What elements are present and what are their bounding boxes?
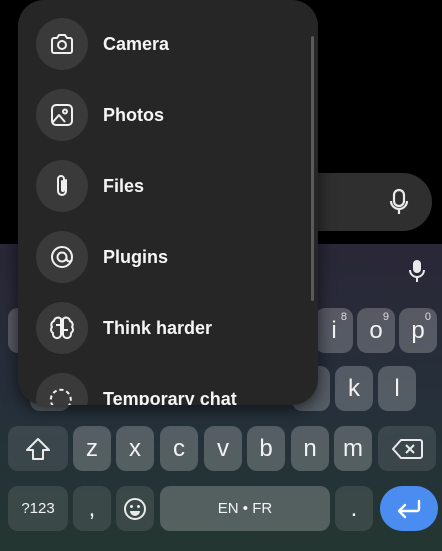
- key-v[interactable]: v: [204, 426, 242, 471]
- paperclip-icon: [36, 160, 88, 212]
- photos-icon: [36, 89, 88, 141]
- space-key[interactable]: EN • FR: [160, 486, 330, 531]
- menu-label: Photos: [103, 104, 164, 125]
- key-z[interactable]: z: [73, 426, 111, 471]
- key-l[interactable]: l: [378, 366, 416, 411]
- menu-item-temporary-chat[interactable]: Temporary chat: [18, 369, 318, 405]
- menu-label: Files: [103, 175, 145, 196]
- shift-key[interactable]: [8, 426, 68, 471]
- key-k[interactable]: k: [335, 366, 373, 411]
- attachment-menu: Camera Photos Files Plugins Think harder…: [18, 0, 318, 405]
- key-i[interactable]: i8: [315, 308, 353, 353]
- key-n[interactable]: n: [291, 426, 329, 471]
- microphone-icon: [389, 188, 409, 214]
- screen: i8 o9 p0 k l z x c v b n m ?123 , EN • F…: [0, 0, 442, 551]
- shift-icon: [26, 437, 50, 460]
- backspace-key[interactable]: [378, 426, 436, 471]
- symbols-key[interactable]: ?123: [8, 486, 68, 531]
- menu-item-files[interactable]: Files: [18, 156, 318, 216]
- key-o[interactable]: o9: [357, 308, 395, 353]
- menu-label: Temporary chat: [103, 388, 237, 406]
- period-key[interactable]: .: [335, 486, 373, 531]
- key-c[interactable]: c: [160, 426, 198, 471]
- menu-label: Plugins: [103, 246, 169, 267]
- keyboard-voice-button[interactable]: [404, 256, 430, 286]
- menu-label: Think harder: [103, 317, 213, 338]
- comma-key[interactable]: ,: [73, 486, 111, 531]
- key-b[interactable]: b: [247, 426, 285, 471]
- menu-item-plugins[interactable]: Plugins: [18, 227, 318, 287]
- microphone-icon: [409, 260, 425, 282]
- brain-icon: [36, 302, 88, 354]
- emoji-key[interactable]: [116, 486, 154, 531]
- voice-input-button[interactable]: [384, 187, 414, 217]
- key-p[interactable]: p0: [399, 308, 437, 353]
- key-m[interactable]: m: [334, 426, 372, 471]
- emoji-icon: [124, 497, 146, 520]
- key-x[interactable]: x: [116, 426, 154, 471]
- menu-label: Camera: [103, 33, 170, 54]
- menu-item-camera[interactable]: Camera: [18, 14, 318, 74]
- temporary-chat-icon: [36, 373, 88, 405]
- camera-icon: [36, 18, 88, 70]
- enter-key[interactable]: [380, 486, 438, 531]
- menu-item-photos[interactable]: Photos: [18, 85, 318, 145]
- menu-item-think-harder[interactable]: Think harder: [18, 298, 318, 358]
- backspace-icon: [392, 438, 423, 459]
- plugins-icon: [36, 231, 88, 283]
- enter-icon: [397, 499, 421, 518]
